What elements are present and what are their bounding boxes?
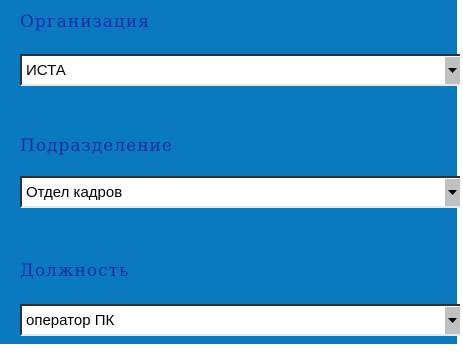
- organization-dropdown-button[interactable]: [444, 56, 460, 84]
- position-selected-value: оператор ПК: [26, 312, 115, 329]
- department-label: Подразделение: [20, 136, 173, 156]
- department-selected-value: Отдел кадров: [26, 184, 123, 201]
- position-label: Должность: [20, 261, 130, 281]
- chevron-down-icon: [448, 190, 457, 195]
- organization-selected-value: ИСТА: [26, 62, 66, 79]
- department-select[interactable]: Отдел кадров: [20, 176, 460, 208]
- department-dropdown-button[interactable]: [444, 178, 460, 206]
- position-dropdown-button[interactable]: [444, 306, 460, 334]
- position-select[interactable]: оператор ПК: [20, 304, 460, 336]
- chevron-down-icon: [448, 318, 457, 323]
- form-panel: Организация ИСТА Подразделение Отдел кад…: [0, 0, 460, 344]
- organization-select[interactable]: ИСТА: [20, 54, 460, 86]
- organization-label: Организация: [20, 12, 150, 32]
- chevron-down-icon: [448, 68, 457, 73]
